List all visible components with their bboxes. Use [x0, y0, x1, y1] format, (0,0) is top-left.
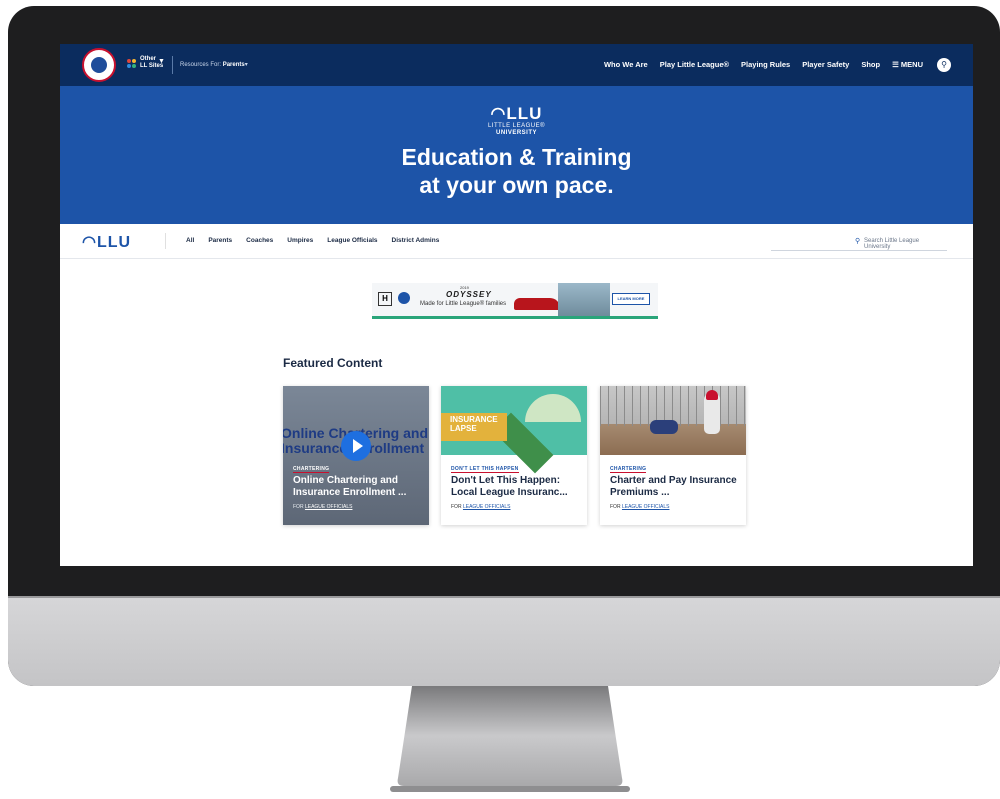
hero-logo-subtitle-2: UNIVERSITY [495, 130, 537, 136]
red-helmet [706, 390, 718, 400]
little-league-logo[interactable] [82, 48, 116, 82]
sliding-player [650, 420, 678, 434]
resources-for-selector[interactable]: Resources For: Parents▾ [180, 61, 248, 68]
monitor-chin [8, 598, 1000, 686]
tab-coaches[interactable]: Coaches [246, 237, 273, 244]
tab-league-officials[interactable]: League Officials [327, 237, 377, 244]
featured-content-heading: Featured Content [283, 356, 383, 370]
hero-banner: ◠LLU LITTLE LEAGUE® UNIVERSITY Education… [60, 86, 973, 224]
honda-odyssey-ad[interactable]: H 2019 ODYSSEY Made for Little League® f… [372, 283, 658, 319]
tab-umpires[interactable]: Umpires [287, 237, 313, 244]
card-title[interactable]: Online Chartering and Insurance Enrollme… [293, 475, 421, 499]
little-league-badge-icon [398, 292, 410, 304]
tab-district-admins[interactable]: District Admins [392, 237, 440, 244]
video-thumbnail[interactable]: Online Chartering and Insurance Enrollme… [283, 386, 429, 461]
chevron-down-icon[interactable]: ▼ [158, 58, 165, 65]
nav-link-who-we-are[interactable]: Who We Are [604, 60, 648, 69]
nav-link-shop[interactable]: Shop [861, 60, 880, 69]
nav-link-playing-rules[interactable]: Playing Rules [741, 60, 790, 69]
menu-label: MENU [900, 60, 923, 69]
subnav-divider [165, 233, 166, 249]
nav-link-play-little-league[interactable]: Play Little League® [660, 60, 729, 69]
card-title[interactable]: Don't Let This Happen: Local League Insu… [451, 475, 579, 499]
card-audience: FOR LEAGUE OFFICIALS [451, 504, 510, 510]
hamburger-icon: ☰ [892, 60, 901, 69]
nav-link-player-safety[interactable]: Player Safety [802, 60, 849, 69]
card-category[interactable]: CHARTERING [293, 466, 330, 473]
card-title[interactable]: Charter and Pay Insurance Premiums ... [610, 475, 738, 499]
audience-prefix: FOR [451, 504, 462, 510]
card-category[interactable]: CHARTERING [610, 466, 647, 473]
featured-card-insurance-lapse[interactable]: INSURANCE LAPSE DON'T LET THIS HAPPEN Do… [441, 386, 587, 525]
baseball-photo-thumbnail[interactable] [600, 386, 746, 455]
play-icon[interactable] [341, 431, 371, 461]
nav-divider [172, 56, 173, 74]
audience-prefix: FOR [610, 504, 621, 510]
fielding-player [704, 394, 720, 434]
audience-link[interactable]: LEAGUE OFFICIALS [305, 504, 353, 510]
featured-card-charter-and-pay[interactable]: CHARTERING Charter and Pay Insurance Pre… [600, 386, 746, 525]
other-sites-dots-icon[interactable] [127, 59, 137, 69]
search-placeholder: Search Little League University [864, 238, 920, 250]
insurance-lapse-thumbnail[interactable]: INSURANCE LAPSE [441, 386, 587, 474]
audience-prefix: FOR [293, 504, 304, 510]
category-tabs: All Parents Coaches Umpires League Offic… [186, 237, 439, 244]
top-navigation-bar: Other LL Sites ▼ Resources For: Parents▾… [60, 44, 973, 86]
thumbnail-label: INSURANCE LAPSE [450, 415, 498, 433]
audience-link[interactable]: LEAGUE OFFICIALS [463, 504, 511, 510]
site-search-input[interactable]: ⚲ Search Little League University [771, 231, 947, 251]
featured-card-online-chartering[interactable]: Online Chartering and Insurance Enrollme… [283, 386, 429, 525]
llu-logo[interactable]: ◠LLU [82, 232, 131, 252]
wifi-icon: ◠ [490, 104, 507, 123]
monitor-stand [390, 686, 630, 792]
card-category[interactable]: DON'T LET THIS HAPPEN [451, 466, 519, 473]
imac-monitor: Other LL Sites ▼ Resources For: Parents▾… [8, 6, 1000, 686]
menu-button[interactable]: ☰ MENU [892, 60, 923, 69]
audience-link[interactable]: LEAGUE OFFICIALS [622, 504, 670, 510]
llu-logo-text: LLU [96, 234, 132, 251]
resources-for-value[interactable]: Parents [223, 62, 245, 68]
hero-logo-subtitle-1: LITTLE LEAGUE® [487, 123, 546, 129]
category-navigation: ◠LLU All Parents Coaches Umpires League … [60, 224, 973, 259]
ad-tagline: Made for Little League® families [420, 301, 507, 307]
hero-logo-text: LLU [506, 104, 543, 123]
minivan-image [514, 298, 560, 310]
ad-brand: ODYSSEY [446, 290, 492, 299]
wifi-icon: ◠ [82, 234, 97, 251]
search-icon[interactable]: ⚲ [937, 58, 951, 72]
thumbnail-label-line1: INSURANCE [450, 415, 498, 424]
tab-all[interactable]: All [186, 237, 194, 244]
learn-more-button[interactable]: LEARN MORE [612, 293, 650, 305]
tab-parents[interactable]: Parents [208, 237, 232, 244]
hero-headline-line2: at your own pace. [419, 172, 614, 198]
thumbnail-label-line2: LAPSE [450, 424, 477, 433]
search-icon[interactable]: ⚲ [855, 237, 860, 245]
hero-headline-line1: Education & Training [401, 144, 632, 170]
honda-logo: H [378, 292, 392, 306]
chevron-down-icon[interactable]: ▾ [245, 62, 248, 68]
card-audience: FOR LEAGUE OFFICIALS [610, 504, 669, 510]
main-nav-links: Who We Are Play Little League® Playing R… [604, 60, 923, 69]
resources-for-label: Resources For: [180, 62, 222, 68]
family-photo [558, 283, 610, 316]
card-audience: FOR LEAGUE OFFICIALS [293, 504, 352, 510]
browser-screen: Other LL Sites ▼ Resources For: Parents▾… [60, 44, 973, 566]
hero-llu-logo: ◠LLU [60, 104, 973, 124]
